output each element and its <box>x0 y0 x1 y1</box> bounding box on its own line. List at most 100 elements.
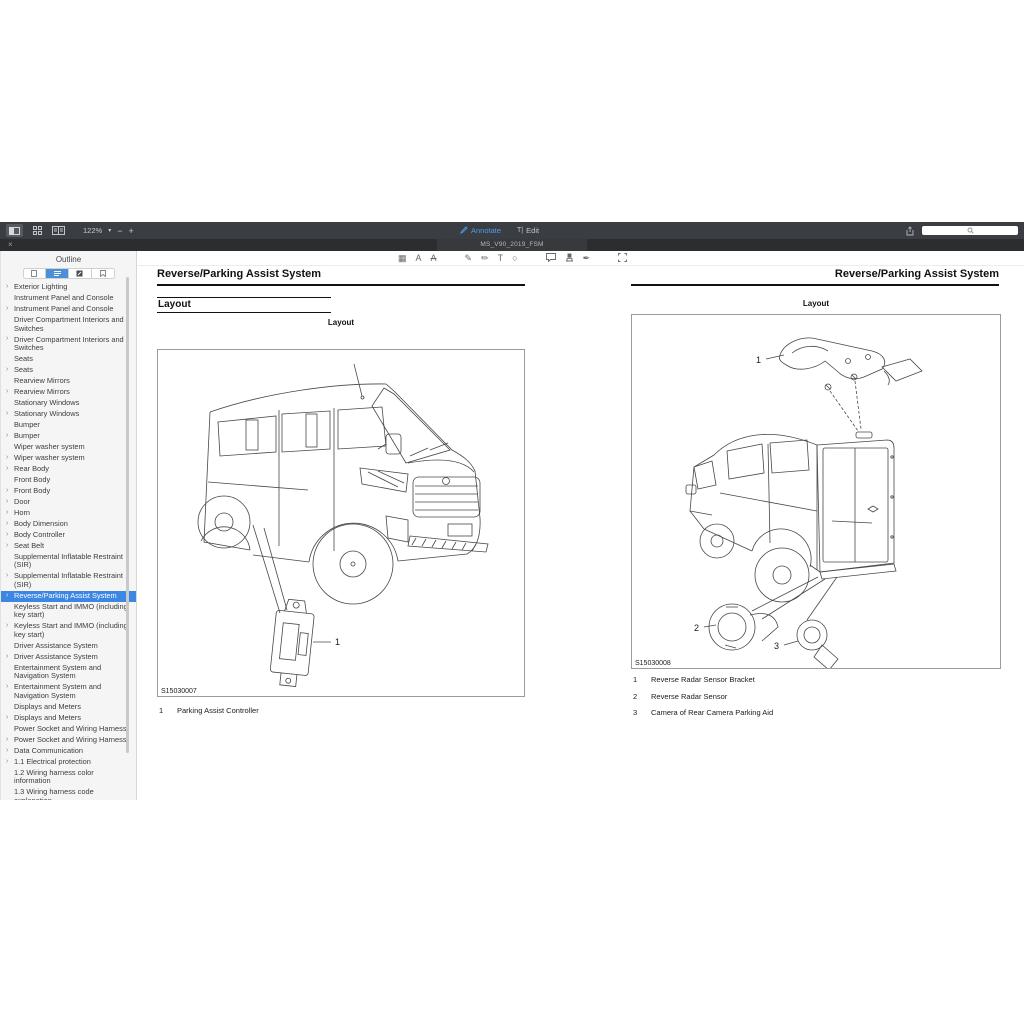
disclosure-triangle-icon[interactable]: › <box>6 592 8 601</box>
sidebar-item[interactable]: 1.3 Wiring harness code explanation <box>1 787 136 800</box>
page-view-icon[interactable] <box>52 224 65 237</box>
left-figure: 1 S15030007 <box>157 349 525 697</box>
disclosure-triangle-icon[interactable]: › <box>6 542 8 551</box>
sidebar-item[interactable]: ›1.1 Electrical protection <box>1 757 136 768</box>
sidebar-item[interactable]: Supplemental Inflatable Restraint (SIR) <box>1 551 136 571</box>
sidebar-item[interactable]: Wiper washer system <box>1 442 136 453</box>
sidebar-item[interactable]: ›Front Body <box>1 486 136 497</box>
sidebar-item[interactable]: › Seats <box>1 365 136 376</box>
sidebar-item-label: Driver Compartment Interiors and Switche… <box>14 335 124 353</box>
disclosure-triangle-icon[interactable]: › <box>6 758 8 767</box>
sidebar-item[interactable]: ›Supplemental Inflatable Restraint (SIR) <box>1 571 136 591</box>
sidebar-item[interactable]: Seats <box>1 354 136 365</box>
edit-mode-tab[interactable]: T| Edit <box>517 226 539 235</box>
sidebar-item[interactable]: ›Data Communication <box>1 746 136 757</box>
disclosure-triangle-icon[interactable]: › <box>6 531 8 540</box>
pencil-icon[interactable]: ✎ <box>465 254 473 263</box>
sidebar-item-selected[interactable]: ›Reverse/Parking Assist System <box>1 591 136 602</box>
sidebar-item[interactable]: Stationary Windows <box>1 398 136 409</box>
disclosure-triangle-icon[interactable]: › <box>6 714 8 723</box>
disclosure-triangle-icon[interactable]: › <box>6 683 8 692</box>
sidebar-item[interactable]: Entertainment System and Navigation Syst… <box>1 663 136 683</box>
disclosure-triangle-icon[interactable]: › <box>6 454 8 463</box>
sidebar-item[interactable]: Driver Compartment Interiors and Switche… <box>1 315 136 335</box>
zoom-out-button[interactable]: − <box>117 226 122 236</box>
sidebar-item[interactable]: Rearview Mirrors <box>1 376 136 387</box>
sidebar-item[interactable]: ›Body Dimension <box>1 519 136 530</box>
sidebar-item[interactable]: Keyless Start and IMMO (including key st… <box>1 602 136 622</box>
stamp-icon[interactable] <box>565 253 574 264</box>
outline-tab[interactable] <box>46 269 69 278</box>
sidebar-item[interactable]: Front Body <box>1 475 136 486</box>
zoom-level[interactable]: 122% <box>83 226 102 235</box>
text-icon[interactable]: T <box>498 254 504 263</box>
fullscreen-icon[interactable] <box>618 253 627 264</box>
bookmarks-tab[interactable] <box>92 269 114 278</box>
sidebar-item[interactable]: Power Socket and Wiring Harness <box>1 724 136 735</box>
highlight-icon[interactable]: A <box>416 254 422 263</box>
sidebar-item[interactable]: ›Body Controller <box>1 530 136 541</box>
sidebar-item[interactable]: › Power Socket and Wiring Harness <box>1 735 136 746</box>
signature-icon[interactable]: ✒ <box>583 254 591 263</box>
sidebar-item[interactable]: ›Entertainment System and Navigation Sys… <box>1 682 136 702</box>
disclosure-triangle-icon[interactable]: › <box>6 388 8 397</box>
annotations-tab[interactable] <box>69 269 92 278</box>
disclosure-triangle-icon[interactable]: › <box>6 335 8 344</box>
sidebar-scrollbar[interactable] <box>126 277 129 753</box>
disclosure-triangle-icon[interactable]: › <box>6 487 8 496</box>
sidebar-item[interactable]: ›Exterior Lighting <box>1 282 136 293</box>
sidebar-item[interactable]: ›Wiper washer system <box>1 453 136 464</box>
zoom-caret-icon[interactable]: ▾ <box>108 227 111 234</box>
disclosure-triangle-icon[interactable]: › <box>6 747 8 756</box>
sidebar-item[interactable]: ›Seat Belt <box>1 541 136 552</box>
sidebar-item[interactable]: ›Instrument Panel and Console <box>1 304 136 315</box>
sidebar-item[interactable]: ›Bumper <box>1 431 136 442</box>
tab-close-button[interactable]: × <box>8 239 13 251</box>
strikeout-icon[interactable]: A <box>431 254 437 263</box>
search-input[interactable] <box>922 226 1018 235</box>
sidebar-item[interactable]: Driver Assistance System <box>1 641 136 652</box>
annotate-pen-icon <box>460 226 468 236</box>
share-icon[interactable] <box>906 224 914 237</box>
disclosure-triangle-icon[interactable]: › <box>6 509 8 518</box>
sidebar-item[interactable]: ›Rear Body <box>1 464 136 475</box>
sidebar-item[interactable]: ›Stationary Windows <box>1 409 136 420</box>
callout-number: 2 <box>633 692 651 701</box>
disclosure-triangle-icon[interactable]: › <box>6 410 8 419</box>
sidebar-toggle-icon[interactable] <box>6 224 23 237</box>
disclosure-triangle-icon[interactable]: › <box>6 622 8 631</box>
sidebar-item[interactable]: › Driver Compartment Interiors and Switch… <box>1 334 136 354</box>
sidebar-item[interactable]: Instrument Panel and Console <box>1 293 136 304</box>
disclosure-triangle-icon[interactable]: › <box>6 572 8 581</box>
disclosure-triangle-icon[interactable]: › <box>6 283 8 292</box>
thumbnail-grid-icon[interactable] <box>33 224 42 237</box>
disclosure-triangle-icon[interactable]: › <box>6 520 8 529</box>
sidebar-item[interactable]: ›Driver Assistance System <box>1 652 136 663</box>
highlighter-icon[interactable]: ✏ <box>481 254 489 263</box>
disclosure-triangle-icon[interactable]: › <box>6 653 8 662</box>
sidebar-item[interactable]: Displays and Meters <box>1 702 136 713</box>
disclosure-triangle-icon[interactable]: › <box>6 366 8 375</box>
sidebar-item[interactable]: 1.2 Wiring harness color information <box>1 768 136 788</box>
zoom-in-button[interactable]: + <box>128 226 133 236</box>
shapes-icon[interactable]: ○ <box>512 254 517 263</box>
disclosure-triangle-icon[interactable]: › <box>6 498 8 507</box>
sidebar-item[interactable]: ›Door <box>1 497 136 508</box>
color-grid-icon[interactable]: ▦ <box>398 254 407 263</box>
disclosure-triangle-icon[interactable]: › <box>6 432 8 441</box>
van-rear-diagram: 1 <box>632 315 1000 668</box>
sidebar-item-label: Power Socket and Wiring Harness <box>14 735 127 744</box>
disclosure-triangle-icon[interactable]: › <box>6 736 8 745</box>
sidebar-item[interactable]: Bumper <box>1 420 136 431</box>
annotate-mode-tab[interactable]: Annotate <box>460 226 501 236</box>
sidebar-item[interactable]: ›Horn <box>1 508 136 519</box>
document-tab[interactable]: MS_V90_2019_FSM <box>437 239 587 251</box>
sidebar-item[interactable]: ›Keyless Start and IMMO (including key s… <box>1 621 136 641</box>
sidebar-item[interactable]: ›Rearview Mirrors <box>1 387 136 398</box>
note-icon[interactable] <box>546 253 556 264</box>
sidebar-item-label: Seats <box>14 365 33 374</box>
sidebar-item[interactable]: ›Displays and Meters <box>1 713 136 724</box>
thumbnails-tab[interactable] <box>24 269 47 278</box>
disclosure-triangle-icon[interactable]: › <box>6 305 8 314</box>
disclosure-triangle-icon[interactable]: › <box>6 465 8 474</box>
